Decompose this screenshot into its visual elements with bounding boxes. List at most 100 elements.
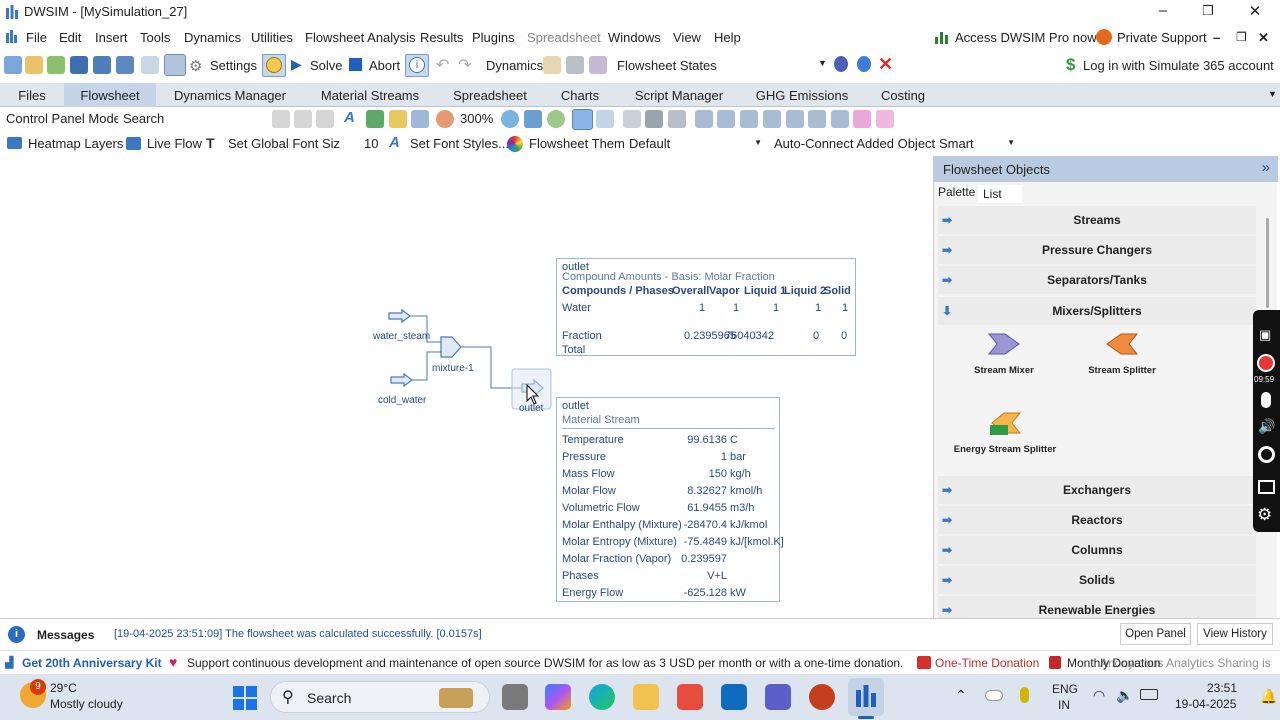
- align-tops-icon[interactable]: [763, 110, 781, 128]
- energy-stream-splitter-item[interactable]: Energy Stream Splitter: [950, 409, 1060, 455]
- clock-date[interactable]: 19-04-2025: [1175, 697, 1236, 711]
- chart-icon[interactable]: [589, 56, 607, 74]
- menu-file[interactable]: File: [26, 30, 47, 45]
- collapse-panel-icon[interactable]: »: [1262, 159, 1270, 176]
- mic-icon[interactable]: [1020, 687, 1029, 703]
- paste-icon[interactable]: [316, 110, 334, 128]
- set-global-font-size-button[interactable]: Set Global Font Size: [228, 136, 347, 151]
- window-icon[interactable]: [1258, 480, 1275, 494]
- save-as-icon[interactable]: [93, 56, 111, 74]
- mdi-close-button[interactable]: ✕: [1258, 30, 1269, 46]
- print-preview-icon[interactable]: [623, 110, 641, 128]
- outlook-icon[interactable]: [721, 684, 747, 710]
- undo-icon[interactable]: ↶: [436, 55, 449, 75]
- copilot-icon[interactable]: [545, 684, 571, 710]
- print-icon[interactable]: [645, 110, 663, 128]
- chevron-up-icon[interactable]: ⌃: [955, 687, 967, 704]
- settings-gear-icon[interactable]: ⚙: [1257, 505, 1272, 525]
- edit-icon[interactable]: [141, 56, 159, 74]
- analytics-status[interactable]: Anonymous Analytics Sharing is ON: [1100, 656, 1270, 670]
- outlet-label[interactable]: outlet: [519, 403, 543, 414]
- heatmap-layers-button[interactable]: Heatmap Layers: [28, 136, 123, 151]
- category-solids[interactable]: ➡ Solids: [938, 566, 1256, 594]
- control-panel-mode-toggle[interactable]: Control Panel Mode: [6, 111, 121, 126]
- menu-insert[interactable]: Insert: [95, 30, 128, 45]
- one-time-donation-link[interactable]: One-Time Donation: [935, 656, 1045, 670]
- restore-state-icon[interactable]: [857, 56, 871, 72]
- menu-spreadsheet[interactable]: Spreadsheet: [527, 30, 601, 45]
- windows-start-icon[interactable]: [233, 686, 257, 710]
- camera-icon[interactable]: ▣: [1259, 327, 1271, 343]
- menu-view[interactable]: View: [673, 30, 701, 45]
- wand-icon[interactable]: [543, 56, 561, 74]
- powerpoint-icon[interactable]: [809, 684, 835, 710]
- menu-windows[interactable]: Windows: [608, 30, 661, 45]
- info-toggle[interactable]: i: [405, 54, 429, 77]
- minimize-button[interactable]: –: [1153, 2, 1173, 19]
- volume-icon[interactable]: 🔈: [1116, 687, 1133, 704]
- edge-icon[interactable]: [589, 684, 615, 710]
- taskbar-search[interactable]: ⚲ Search: [270, 681, 490, 713]
- menu-dynamics[interactable]: Dynamics: [184, 30, 241, 45]
- water-steam-label[interactable]: water_steam: [373, 331, 430, 342]
- menu-utilities[interactable]: Utilities: [251, 30, 293, 45]
- zoom-tool-icon[interactable]: [436, 110, 454, 128]
- settings-button[interactable]: Settings: [210, 58, 257, 73]
- align-middles-icon[interactable]: [786, 110, 804, 128]
- task-view-icon[interactable]: [502, 684, 528, 710]
- tab-dynamics-manager[interactable]: Dynamics Manager: [156, 83, 304, 107]
- cut-icon[interactable]: [272, 110, 290, 128]
- mixer-label[interactable]: mixture-1: [432, 363, 474, 374]
- tab-script-manager[interactable]: Script Manager: [616, 83, 742, 107]
- font-size-input[interactable]: 10: [340, 133, 388, 154]
- flowsheet-canvas[interactable]: water_steam cold_water mixture-1 outlet …: [0, 156, 932, 618]
- delete-state-icon[interactable]: ✕: [878, 54, 893, 75]
- states-dropdown-arrow[interactable]: ▼: [818, 58, 827, 68]
- stream-mixer-item[interactable]: Stream Mixer: [964, 328, 1044, 376]
- battery-icon[interactable]: [1140, 689, 1158, 700]
- microphone-icon[interactable]: [1261, 392, 1271, 408]
- category-reactors[interactable]: ➡ Reactors: [938, 506, 1256, 534]
- auto-connect-select[interactable]: Smart ▼: [935, 133, 1019, 154]
- panel-scrollbar[interactable]: [1266, 218, 1269, 308]
- category-streams[interactable]: ➡ Streams: [938, 206, 1256, 234]
- teams-icon[interactable]: [765, 684, 791, 710]
- align-centers-icon[interactable]: [717, 110, 735, 128]
- align-bottoms-icon[interactable]: [808, 110, 826, 128]
- menu-results[interactable]: Results: [420, 30, 463, 45]
- recalc-toggle[interactable]: [262, 54, 286, 77]
- align-rights-icon[interactable]: [740, 110, 758, 128]
- live-flow-button[interactable]: Live Flow: [147, 136, 202, 151]
- mdi-minimize-button[interactable]: –: [1213, 30, 1220, 45]
- tab-charts[interactable]: Charts: [544, 83, 616, 107]
- clock-time[interactable]: 23:51: [1207, 681, 1237, 695]
- cold-water-label[interactable]: cold_water: [378, 395, 426, 406]
- align-lefts-icon[interactable]: [695, 110, 713, 128]
- abort-button[interactable]: Abort: [369, 58, 400, 73]
- lang-in[interactable]: IN: [1058, 698, 1070, 712]
- tab-flowsheet[interactable]: Flowsheet: [64, 83, 156, 107]
- anniversary-kit-link[interactable]: Get 20th Anniversary Kit: [22, 656, 162, 670]
- open-panel-button[interactable]: Open Panel: [1120, 623, 1191, 645]
- solve-button[interactable]: Solve: [310, 58, 343, 73]
- snap-grid-icon[interactable]: [596, 110, 614, 128]
- menu-help[interactable]: Help: [714, 30, 741, 45]
- theme-select[interactable]: Default ▼: [625, 133, 766, 154]
- save-state-icon[interactable]: [834, 56, 848, 72]
- category-pressure-changers[interactable]: ➡ Pressure Changers: [938, 236, 1256, 264]
- webcam-icon[interactable]: [1258, 446, 1275, 463]
- set-font-styles-button[interactable]: Set Font Styles...: [410, 136, 509, 151]
- category-separators-tanks[interactable]: ➡ Separators/Tanks: [938, 266, 1256, 294]
- file-explorer-icon[interactable]: [633, 684, 659, 710]
- zoom-out-icon[interactable]: [547, 110, 565, 128]
- private-support-link[interactable]: Private Support: [1117, 30, 1207, 45]
- speaker-icon[interactable]: 🔊: [1258, 418, 1275, 435]
- dynamics-button[interactable]: Dynamics: [486, 58, 543, 73]
- text-icon[interactable]: A: [344, 109, 355, 126]
- tab-list[interactable]: List: [978, 185, 1022, 203]
- onedrive-icon[interactable]: [985, 690, 1003, 701]
- menu-tools[interactable]: Tools: [140, 30, 170, 45]
- menu-flowsheet-analysis[interactable]: Flowsheet Analysis: [305, 30, 416, 45]
- table-object-icon[interactable]: [411, 110, 429, 128]
- tab-costing[interactable]: Costing: [862, 83, 944, 107]
